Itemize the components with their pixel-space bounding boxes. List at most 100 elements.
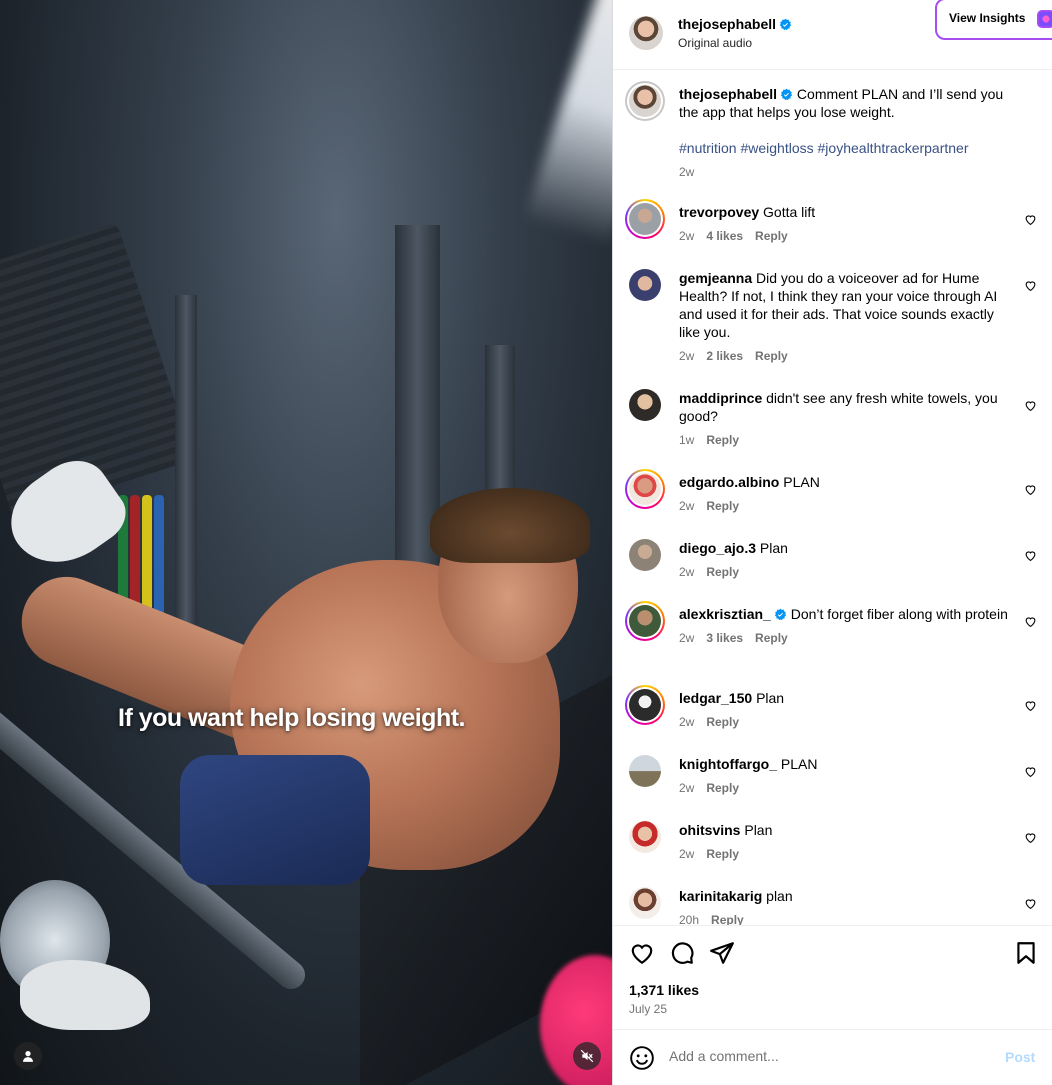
- comment-text: Gotta lift: [763, 204, 816, 220]
- muted-speaker-icon: [580, 1049, 594, 1063]
- tagged-users-button[interactable]: [14, 1042, 42, 1070]
- post-panel: thejosephabell Original audio View Insig…: [612, 0, 1052, 1085]
- comment-username[interactable]: edgardo.albino: [679, 474, 779, 490]
- comment-time: 2w: [679, 781, 695, 795]
- avatar[interactable]: [629, 389, 661, 421]
- reply-button[interactable]: Reply: [755, 349, 788, 363]
- like-comment-heart-icon[interactable]: [1024, 483, 1037, 496]
- caption-time: 2w: [679, 165, 695, 179]
- avatar[interactable]: [629, 203, 661, 235]
- like-comment-heart-icon[interactable]: [1024, 699, 1037, 712]
- insights-icon: [1037, 10, 1052, 28]
- bookmark-icon[interactable]: [1013, 940, 1039, 966]
- comment-composer: Post: [613, 1029, 1052, 1085]
- like-comment-heart-icon[interactable]: [1024, 213, 1037, 226]
- comment-time: 2w: [679, 847, 695, 861]
- reply-button[interactable]: Reply: [711, 913, 744, 925]
- avatar[interactable]: [629, 887, 661, 919]
- reply-button[interactable]: Reply: [706, 715, 739, 729]
- comment-time: 2w: [679, 715, 695, 729]
- reply-button[interactable]: Reply: [706, 847, 739, 861]
- like-count[interactable]: 1,371 likes: [629, 982, 699, 998]
- reel-video[interactable]: If you want help losing weight.: [0, 0, 612, 1085]
- video-caption-overlay: If you want help losing weight.: [118, 704, 466, 732]
- comment-time: 2w: [679, 631, 695, 645]
- comment-username[interactable]: ohitsvins: [679, 822, 740, 838]
- avatar[interactable]: [629, 755, 661, 787]
- like-comment-heart-icon[interactable]: [1024, 399, 1037, 412]
- like-comment-heart-icon[interactable]: [1024, 279, 1037, 292]
- comment-time: 2w: [679, 349, 695, 363]
- reply-button[interactable]: Reply: [706, 499, 739, 513]
- reply-button[interactable]: Reply: [755, 631, 788, 645]
- avatar[interactable]: [629, 16, 663, 50]
- comment-time: 2w: [679, 499, 695, 513]
- comment-username[interactable]: maddiprince: [679, 390, 762, 406]
- comment-username[interactable]: ledgar_150: [679, 690, 752, 706]
- like-comment-heart-icon[interactable]: [1024, 765, 1037, 778]
- comment-text: Plan: [744, 822, 773, 838]
- avatar[interactable]: [629, 689, 661, 721]
- avatar[interactable]: [629, 605, 661, 637]
- post-actions: 1,371 likes July 25: [613, 925, 1052, 1029]
- avatar[interactable]: [629, 269, 661, 301]
- view-insights-label: View Insights: [949, 11, 1026, 25]
- post-header: thejosephabell Original audio View Insig…: [613, 0, 1052, 70]
- comment-text: Plan: [759, 540, 788, 556]
- like-comment-heart-icon[interactable]: [1024, 549, 1037, 562]
- comment-username[interactable]: alexkrisztian_: [679, 606, 771, 622]
- like-comment-heart-icon[interactable]: [1024, 831, 1037, 844]
- like-comment-heart-icon[interactable]: [1024, 897, 1037, 910]
- reply-button[interactable]: Reply: [706, 433, 739, 447]
- reply-button[interactable]: Reply: [706, 781, 739, 795]
- comment-likes[interactable]: 2 likes: [706, 349, 743, 363]
- verified-badge-icon: [779, 18, 792, 31]
- comment-username[interactable]: thejosephabell: [679, 86, 777, 102]
- comment-time: 2w: [679, 229, 695, 243]
- comment-input[interactable]: [669, 1048, 989, 1064]
- author-username-text[interactable]: thejosephabell: [678, 16, 776, 32]
- comment-username[interactable]: knightoffargo_: [679, 756, 777, 772]
- comment-likes[interactable]: 3 likes: [706, 631, 743, 645]
- ceiling-light: [524, 0, 612, 248]
- comment-icon[interactable]: [669, 940, 695, 966]
- comment-username[interactable]: trevorpovey: [679, 204, 759, 220]
- comment-text: Don’t forget fiber along with protein: [790, 606, 1008, 622]
- audio-link[interactable]: Original audio: [678, 36, 752, 50]
- verified-badge-icon: [774, 608, 786, 621]
- view-insights-button[interactable]: View Insights: [935, 0, 1052, 40]
- like-comment-heart-icon[interactable]: [1024, 615, 1037, 628]
- person-shoe: [20, 960, 150, 1030]
- reply-button[interactable]: Reply: [755, 229, 788, 243]
- person-hair: [430, 488, 590, 563]
- comment-text: PLAN: [783, 474, 820, 490]
- post-button[interactable]: Post: [1005, 1049, 1035, 1065]
- comment-text: PLAN: [780, 756, 818, 772]
- comment-text: Plan: [756, 690, 785, 706]
- heart-icon[interactable]: [629, 940, 655, 966]
- comments-list[interactable]: thejosephabell Comment PLAN and I’ll sen…: [613, 71, 1052, 925]
- comment-likes[interactable]: 4 likes: [706, 229, 743, 243]
- verified-badge-icon: [780, 88, 793, 101]
- avatar[interactable]: [629, 473, 661, 505]
- post-date: July 25: [629, 1002, 668, 1016]
- author-username[interactable]: thejosephabell: [678, 16, 792, 32]
- gym-rack: [175, 295, 197, 625]
- reply-button[interactable]: Reply: [706, 565, 739, 579]
- share-icon[interactable]: [709, 940, 735, 966]
- comment-time: 1w: [679, 433, 695, 447]
- comment-username[interactable]: gemjeanna: [679, 270, 752, 286]
- comment-time: 2w: [679, 565, 695, 579]
- caption-hashtags[interactable]: #nutrition #weightloss #joyhealthtracker…: [679, 139, 1014, 157]
- person-shorts: [180, 755, 370, 885]
- mute-button[interactable]: [573, 1042, 601, 1070]
- comment-time: 20h: [679, 913, 700, 925]
- comment-username[interactable]: diego_ajo.3: [679, 540, 756, 556]
- emoji-icon[interactable]: [629, 1045, 655, 1071]
- avatar[interactable]: [629, 85, 661, 117]
- avatar[interactable]: [629, 539, 661, 571]
- comment-username[interactable]: karinitakarig: [679, 888, 762, 904]
- comment-text: plan: [766, 888, 793, 904]
- user-icon: [23, 1051, 33, 1062]
- avatar[interactable]: [629, 821, 661, 853]
